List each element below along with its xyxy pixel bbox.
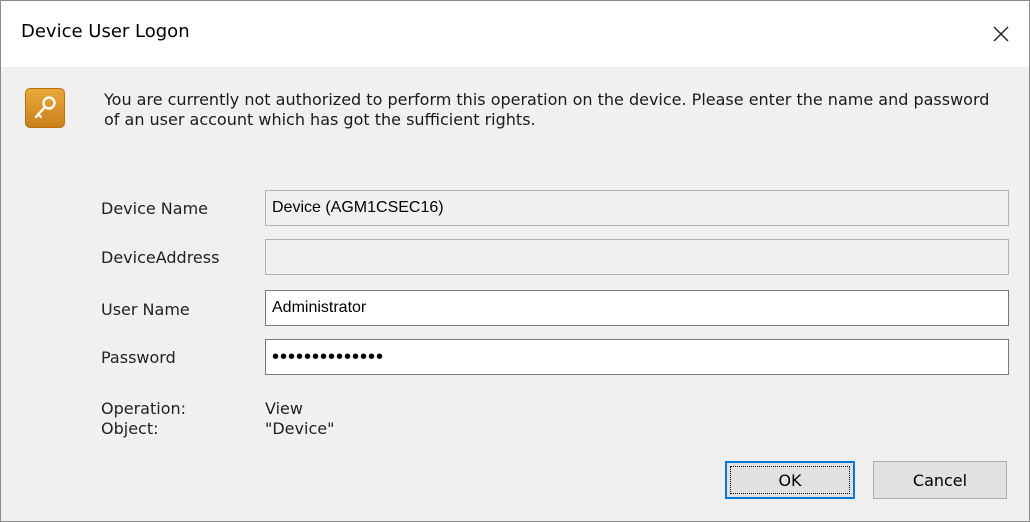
device-address-label: DeviceAddress [101,248,220,267]
password-label: Password [101,348,176,367]
focus-rect [730,466,850,494]
key-icon [25,88,65,128]
cancel-button[interactable]: Cancel [873,461,1007,499]
operation-label: Operation: [101,399,187,418]
user-name-label: User Name [101,300,190,319]
authorization-message: You are currently not authorized to perf… [104,90,990,129]
object-value: "Device" [265,419,335,438]
cancel-button-label: Cancel [912,470,968,490]
window-title: Device User Logon [21,21,190,42]
dialog-window: Device User Logon You are currently not … [0,0,1030,522]
device-name-label: Device Name [101,199,209,218]
user-name-input[interactable]: Administrator [265,290,1009,326]
object-label: Object: [101,419,159,438]
device-address-field[interactable] [265,239,1009,275]
operation-value: View [265,399,303,418]
close-button[interactable] [973,1,1029,67]
close-icon [993,26,1009,42]
device-name-field[interactable]: Device (AGM1CSEC16) [265,190,1009,226]
ok-button[interactable]: OK [725,461,855,499]
title-bar: Device User Logon [1,1,1029,67]
password-input[interactable]: •••••••••••••• [265,339,1009,375]
